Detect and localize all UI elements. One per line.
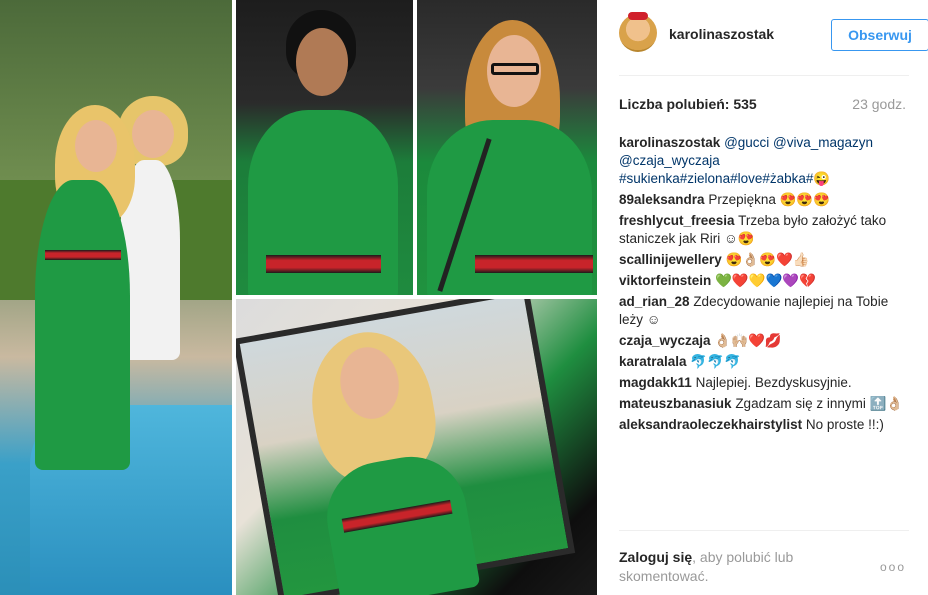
collage-photo-magazine xyxy=(236,299,597,595)
green-dress xyxy=(35,180,130,470)
comment-username[interactable]: karatralala xyxy=(619,354,687,369)
comment-text: 😍👌🏼😍❤️👍🏻 xyxy=(725,252,810,267)
post-side-panel: karolinaszostak Obserwuj Liczba polubień… xyxy=(597,0,928,595)
collage-photo-portrait-2 xyxy=(417,0,597,295)
more-options-icon[interactable]: ooo xyxy=(880,560,906,574)
caption-username[interactable]: karolinaszostak xyxy=(619,135,720,150)
red-belt xyxy=(45,250,121,260)
avatar[interactable] xyxy=(619,12,657,52)
post-header: karolinaszostak Obserwuj xyxy=(619,12,928,58)
divider xyxy=(619,530,909,531)
comment-item: aleksandraoleczekhairstylist No proste !… xyxy=(619,416,911,434)
comment-text: No proste !!:) xyxy=(805,417,884,432)
comment-text: Zgadzam się z innymi 🔝👌🏼 xyxy=(735,396,904,411)
face-shape xyxy=(75,120,117,172)
caption-hashtags[interactable]: #sukienka#zielona#love#żabka#😜 xyxy=(619,171,830,186)
comment-item: 89aleksandra Przepiękna 😍😍😍 xyxy=(619,191,911,209)
bow-icon xyxy=(628,12,648,20)
comment-item: ad_rian_28 Zdecydowanie najlepiej na Tob… xyxy=(619,293,911,329)
comment-item: viktorfeinstein 💚❤️💛💙💜💔 xyxy=(619,272,911,290)
likes-count[interactable]: Liczba polubień: 535 xyxy=(619,96,757,112)
comment-username[interactable]: magdakk11 xyxy=(619,375,692,390)
red-belt xyxy=(475,255,593,273)
caption-mention[interactable]: @czaja_wyczaja xyxy=(619,153,720,168)
red-belt xyxy=(266,255,381,273)
post-image-collage[interactable] xyxy=(0,0,597,595)
comment-username[interactable]: 89aleksandra xyxy=(619,192,705,207)
caption-mentions[interactable]: @gucci @viva_magazyn xyxy=(724,135,873,150)
comment-username[interactable]: viktorfeinstein xyxy=(619,273,711,288)
comment-text: Najlepiej. Bezdyskusyjnie. xyxy=(695,375,852,390)
comment-item: mateuszbanasiuk Zgadzam się z innymi 🔝👌🏼 xyxy=(619,395,911,413)
author-username[interactable]: karolinaszostak xyxy=(669,26,774,42)
comment-text: 👌🏼🙌🏼❤️💋 xyxy=(714,333,782,348)
comment-item: magdakk11 Najlepiej. Bezdyskusyjnie. xyxy=(619,374,911,392)
comment-text: 🐬🐬🐬 xyxy=(690,354,741,369)
comments-list: karolinaszostak @gucci @viva_magazyn @cz… xyxy=(619,134,911,437)
collage-photo-garden xyxy=(0,0,232,595)
magazine-screen xyxy=(236,299,576,595)
glasses-icon xyxy=(491,63,539,75)
collage-photo-portrait-1 xyxy=(236,0,413,295)
comment-username[interactable]: scallinijewellery xyxy=(619,252,722,267)
post-timestamp[interactable]: 23 godz. xyxy=(852,96,906,112)
comment-username[interactable]: freshlycut_freesia xyxy=(619,213,735,228)
comment-username[interactable]: aleksandraoleczekhairstylist xyxy=(619,417,802,432)
face-shape xyxy=(296,28,348,96)
follow-button[interactable]: Obserwuj xyxy=(831,19,928,51)
divider xyxy=(619,75,909,76)
comment-username[interactable]: czaja_wyczaja xyxy=(619,333,711,348)
comment-text: Przepiękna 😍😍😍 xyxy=(708,192,831,207)
login-prompt: Zaloguj się, aby polubić lub skomentować… xyxy=(619,548,839,586)
comment-username[interactable]: ad_rian_28 xyxy=(619,294,690,309)
login-link[interactable]: Zaloguj się xyxy=(619,549,692,565)
caption: karolinaszostak @gucci @viva_magazyn @cz… xyxy=(619,134,911,188)
comment-item: freshlycut_freesia Trzeba było założyć t… xyxy=(619,212,911,248)
comment-item: czaja_wyczaja 👌🏼🙌🏼❤️💋 xyxy=(619,332,911,350)
comment-item: scallinijewellery 😍👌🏼😍❤️👍🏻 xyxy=(619,251,911,269)
comment-username[interactable]: mateuszbanasiuk xyxy=(619,396,732,411)
comment-text: 💚❤️💛💙💜💔 xyxy=(715,273,816,288)
comment-item: karatralala 🐬🐬🐬 xyxy=(619,353,911,371)
face-shape xyxy=(132,110,174,158)
